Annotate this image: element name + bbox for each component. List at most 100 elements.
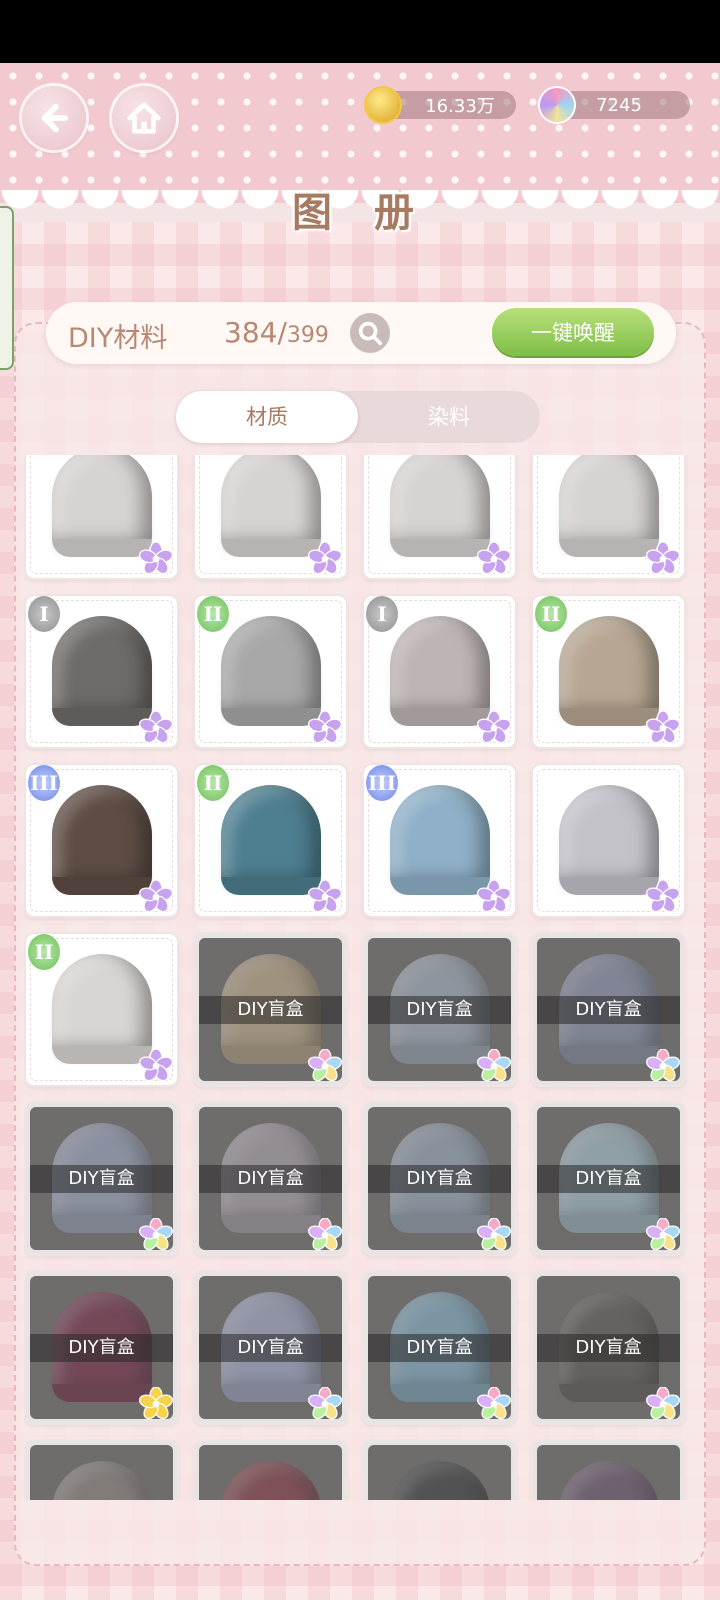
back-button[interactable]: [22, 86, 86, 150]
blind-box-label: DIY盲盒: [199, 996, 342, 1024]
rainbow-flower-icon: [476, 1217, 512, 1252]
blind-box-label: DIY盲盒: [30, 1334, 173, 1362]
diy-blind-box-tile[interactable]: DIY盲盒: [362, 1101, 517, 1256]
diy-blind-box-tile[interactable]: DIY盲盒: [193, 1439, 348, 1500]
tier-badge: II: [197, 596, 229, 632]
home-icon: [127, 102, 161, 134]
rainbow-flower-icon: [645, 1386, 681, 1421]
fabric-swatch-image: [52, 785, 152, 885]
blind-box-label: DIY盲盒: [537, 1165, 680, 1193]
tier-badge: III: [366, 765, 398, 801]
fabric-swatch-image: [52, 954, 152, 1054]
purple-flower-icon: [138, 541, 174, 576]
blind-box-label: DIY盲盒: [30, 1165, 173, 1193]
material-tile[interactable]: [362, 455, 517, 580]
material-tile[interactable]: I: [362, 594, 517, 749]
material-tile[interactable]: II: [193, 594, 348, 749]
gold-coin-icon: [366, 88, 400, 122]
purple-flower-icon: [645, 879, 681, 914]
diy-blind-box-tile[interactable]: DIY盲盒: [531, 932, 686, 1087]
material-info-bar: DIY材料 384/399 一键唤醒: [46, 302, 676, 364]
fabric-swatch-image: [221, 455, 321, 547]
purple-flower-icon: [138, 1048, 174, 1083]
blind-box-label: DIY盲盒: [537, 1334, 680, 1362]
tier-badge: II: [197, 765, 229, 801]
material-tile[interactable]: II: [531, 594, 686, 749]
purple-flower-icon: [138, 879, 174, 914]
awaken-all-button[interactable]: 一键唤醒: [492, 308, 654, 356]
material-tile[interactable]: III: [24, 763, 179, 918]
diy-blind-box-tile[interactable]: DIY盲盒: [193, 932, 348, 1087]
rainbow-flower-icon: [645, 1217, 681, 1252]
fabric-swatch-image: [390, 455, 490, 547]
page-title: 图 册: [292, 190, 428, 236]
tab-material[interactable]: 材质: [176, 391, 358, 443]
material-grid-viewport[interactable]: I II I II III II III II DIY盲盒 DIY盲盒 DIY盲盒 DIY盲盒 DIY盲…: [24, 455, 698, 1500]
purple-flower-icon: [476, 710, 512, 745]
blind-box-label: DIY盲盒: [368, 1334, 511, 1362]
material-tile[interactable]: [531, 455, 686, 580]
blind-box-label: DIY盲盒: [199, 1334, 342, 1362]
fabric-swatch-image: [559, 616, 659, 716]
tab-switcher: 材质 染料: [176, 391, 540, 443]
search-icon: [358, 321, 383, 346]
rainbow-flower-icon: [476, 1048, 512, 1083]
material-tile[interactable]: I: [24, 594, 179, 749]
back-arrow-icon: [41, 103, 69, 133]
diy-blind-box-tile[interactable]: DIY盲盒: [531, 1101, 686, 1256]
material-grid: I II I II III II III II DIY盲盒 DIY盲盒 DIY盲盒 DIY盲盒 DIY盲…: [24, 455, 698, 1500]
fabric-swatch-image: [221, 785, 321, 885]
search-button[interactable]: [350, 313, 390, 353]
material-category-label: DIY材料: [68, 323, 168, 354]
side-tab-handle[interactable]: [0, 206, 14, 370]
gold-flower-icon: [138, 1386, 174, 1421]
material-tile[interactable]: [531, 763, 686, 918]
fabric-swatch-image: [52, 616, 152, 716]
tier-badge: I: [28, 596, 60, 632]
purple-flower-icon: [307, 710, 343, 745]
tab-dye[interactable]: 染料: [358, 391, 540, 443]
fabric-swatch-image: [559, 785, 659, 885]
material-tile[interactable]: II: [24, 932, 179, 1087]
diy-blind-box-tile[interactable]: DIY盲盒: [24, 1270, 179, 1425]
blind-box-label: DIY盲盒: [537, 996, 680, 1024]
fabric-swatch-image: [390, 616, 490, 716]
diy-blind-box-tile[interactable]: DIY盲盒: [362, 1270, 517, 1425]
rainbow-flower-icon: [307, 1217, 343, 1252]
rainbow-flower-icon: [307, 1048, 343, 1083]
diy-blind-box-tile[interactable]: DIY盲盒: [531, 1439, 686, 1500]
fabric-swatch-image: [390, 785, 490, 885]
purple-flower-icon: [645, 710, 681, 745]
material-tile[interactable]: III: [362, 763, 517, 918]
coin-balance-value: 16.33万: [425, 96, 495, 117]
total-count: 399: [286, 323, 329, 348]
purple-flower-icon: [307, 879, 343, 914]
diy-blind-box-tile[interactable]: DIY盲盒: [24, 1101, 179, 1256]
home-button[interactable]: [112, 86, 176, 150]
blind-box-label: DIY盲盒: [368, 1165, 511, 1193]
rainbow-flower-icon: [476, 1386, 512, 1421]
tier-badge: II: [28, 934, 60, 970]
purple-flower-icon: [476, 879, 512, 914]
diy-blind-box-tile[interactable]: DIY盲盒: [362, 1439, 517, 1500]
diy-blind-box-tile[interactable]: DIY盲盒: [362, 932, 517, 1087]
material-tile[interactable]: [24, 455, 179, 580]
rainbow-flower-icon: [645, 1048, 681, 1083]
material-tile[interactable]: [193, 455, 348, 580]
diy-blind-box-tile[interactable]: DIY盲盒: [193, 1101, 348, 1256]
purple-flower-icon: [476, 541, 512, 576]
diamond-gem-icon: [540, 88, 574, 122]
tier-badge: I: [366, 596, 398, 632]
status-bar: [0, 0, 720, 63]
diy-blind-box-tile[interactable]: DIY盲盒: [24, 1439, 179, 1500]
blind-box-label: DIY盲盒: [368, 996, 511, 1024]
tier-badge: II: [535, 596, 567, 632]
diy-blind-box-tile[interactable]: DIY盲盒: [531, 1270, 686, 1425]
rainbow-flower-icon: [138, 1217, 174, 1252]
fabric-swatch-image: [221, 616, 321, 716]
purple-flower-icon: [138, 710, 174, 745]
diy-blind-box-tile[interactable]: DIY盲盒: [193, 1270, 348, 1425]
rainbow-flower-icon: [307, 1386, 343, 1421]
material-tile[interactable]: II: [193, 763, 348, 918]
blind-box-label: DIY盲盒: [199, 1165, 342, 1193]
